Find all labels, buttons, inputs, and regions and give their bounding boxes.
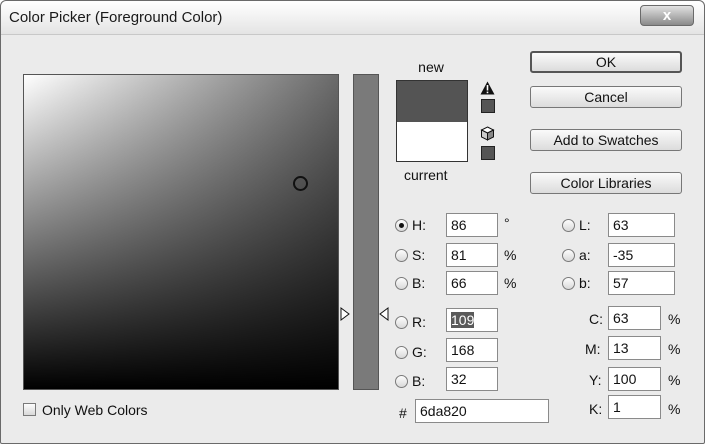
only-web-colors-checkbox[interactable] [23,403,36,416]
lab-b-input[interactable]: 57 [608,271,675,295]
red-input[interactable]: 109 [446,308,498,332]
warning-triangle-icon[interactable] [480,81,495,95]
hue-slider[interactable] [353,74,379,390]
color-field-marker[interactable] [293,176,308,191]
hue-input[interactable]: 86 [446,213,498,237]
red-input-value: 109 [451,312,475,328]
current-label: current [404,167,448,183]
title-bar[interactable]: Color Picker (Foreground Color) x [1,1,704,35]
close-icon: x [662,7,672,24]
brightness-radio[interactable] [395,277,408,290]
color-libraries-button[interactable]: Color Libraries [530,172,682,194]
saturation-input[interactable]: 81 [446,243,498,267]
blue-input[interactable]: 32 [446,367,498,391]
green-radio[interactable] [395,346,408,359]
gamut-warning-swatch[interactable] [481,99,495,113]
red-radio[interactable] [395,316,408,329]
brightness-label: B: [412,275,426,291]
web-safe-swatch[interactable] [481,146,495,160]
lab-a-radio[interactable] [562,249,575,262]
lab-l-radio[interactable] [562,219,575,232]
hue-slider-left-arrow-icon[interactable] [340,307,350,321]
cyan-label: C: [589,311,603,327]
black-input[interactable]: 1 [608,395,661,419]
saturation-label: S: [412,247,426,263]
close-button[interactable]: x [640,5,694,26]
lab-a-label: a: [579,247,591,263]
ok-button[interactable]: OK [530,51,682,73]
lab-b-label: b: [579,275,591,291]
color-field[interactable] [23,74,339,390]
lab-l-input[interactable]: 63 [608,213,675,237]
saturation-radio[interactable] [395,249,408,262]
black-label: K: [589,401,603,417]
hex-label: # [399,405,407,421]
red-label: R: [412,314,426,330]
lab-b-radio[interactable] [562,277,575,290]
black-unit: % [668,401,681,417]
blue-radio[interactable] [395,375,408,388]
magenta-unit: % [668,341,681,357]
magenta-label: M: [585,341,601,357]
cube-icon[interactable] [480,126,495,141]
blue-label: B: [412,373,426,389]
hue-radio[interactable] [395,219,408,232]
cancel-button[interactable]: Cancel [530,86,682,108]
yellow-label: Y: [589,372,602,388]
new-color-swatch [396,80,468,122]
lab-a-input[interactable]: -35 [608,243,675,267]
current-color-swatch[interactable] [396,122,468,162]
saturation-unit: % [504,247,517,263]
magenta-input[interactable]: 13 [608,336,661,360]
cyan-input[interactable]: 63 [608,306,661,330]
add-to-swatches-button[interactable]: Add to Swatches [530,129,682,151]
only-web-colors-label[interactable]: Only Web Colors [42,402,148,418]
brightness-unit: % [504,275,517,291]
color-picker-dialog: Color Picker (Foreground Color) x new cu… [0,0,705,444]
hex-input[interactable]: 6da820 [415,399,549,423]
hue-label: H: [412,217,426,233]
green-label: G: [412,344,427,360]
hue-unit: ° [504,215,510,231]
yellow-unit: % [668,372,681,388]
hue-slider-right-arrow-icon[interactable] [379,307,389,321]
lab-l-label: L: [579,217,591,233]
brightness-input[interactable]: 66 [446,271,498,295]
window-title: Color Picker (Foreground Color) [9,9,223,26]
green-input[interactable]: 168 [446,338,498,362]
yellow-input[interactable]: 100 [608,367,661,391]
cyan-unit: % [668,311,681,327]
new-label: new [418,59,444,75]
